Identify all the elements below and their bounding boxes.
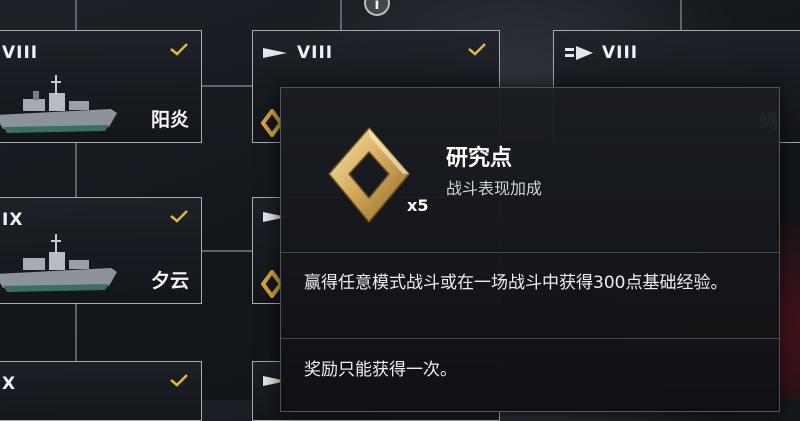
destroyer-class-icon	[263, 48, 287, 58]
divider	[281, 338, 779, 339]
premium-destroyer-class-icon	[565, 46, 593, 60]
ship-node-tier-9[interactable]: IX 夕云	[0, 197, 202, 304]
tree-connector	[75, 0, 77, 30]
destroyer-ship-icon	[0, 234, 117, 292]
researched-check-icon	[170, 210, 188, 223]
tree-connector	[202, 85, 252, 87]
researched-check-icon	[170, 374, 188, 387]
ship-node-tier-8[interactable]: VIII 阳炎	[0, 30, 202, 143]
tooltip-subtitle: 战斗表现加成	[446, 179, 543, 198]
tree-connector	[340, 0, 342, 30]
research-points-icon	[328, 126, 410, 224]
tier-label: VIII	[602, 43, 639, 63]
tier-label: IX	[2, 210, 24, 230]
tier-header: VIII	[564, 43, 638, 63]
tier-label: X	[2, 374, 17, 394]
researched-check-icon	[170, 43, 188, 56]
tooltip-title: 研究点	[446, 146, 513, 171]
tooltip-description: 赢得任意模式战斗或在一场战斗中获得300点基础经验。	[304, 273, 728, 293]
tooltip-note: 奖励只能获得一次。	[304, 360, 457, 380]
ship-name: 阳炎	[150, 109, 189, 131]
multiplier-label: x5	[407, 196, 429, 215]
tier-header: VIII	[261, 43, 333, 63]
destroyer-ship-icon	[0, 75, 117, 133]
reward-tooltip: x5 研究点 战斗表现加成 赢得任意模式战斗或在一场战斗中获得300点基础经验。…	[280, 87, 780, 412]
divider	[281, 252, 779, 253]
ship-name: 夕云	[150, 270, 189, 292]
researched-check-icon	[468, 43, 486, 56]
tree-connector	[75, 303, 77, 361]
tree-connector	[202, 250, 252, 252]
tree-connector	[680, 0, 682, 30]
info-icon: i	[374, 0, 380, 13]
tier-label: VIII	[297, 43, 334, 63]
ship-node-tier-10[interactable]: X	[0, 361, 202, 421]
tier-label: VIII	[2, 43, 39, 63]
info-button[interactable]: i	[364, 0, 390, 16]
tree-connector	[75, 142, 77, 198]
